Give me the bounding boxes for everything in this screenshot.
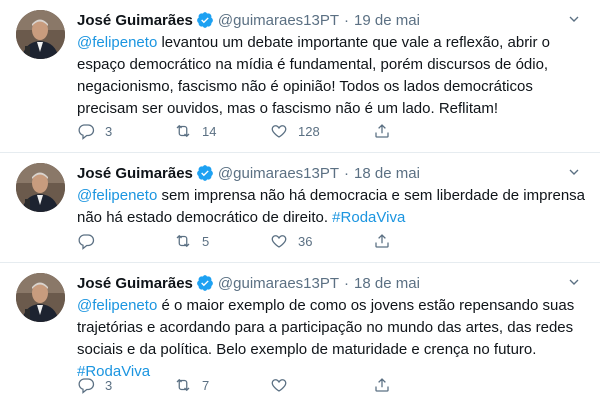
avatar[interactable] [16, 163, 65, 212]
reply-button[interactable] [77, 231, 105, 251]
author-name[interactable]: José Guimarães [77, 165, 193, 182]
tweet-text-line: @felipeneto é o maior exemplo de como os… [77, 295, 582, 317]
retweet-button[interactable]: 14 [174, 121, 216, 141]
chevron-down-icon[interactable] [566, 11, 582, 27]
tweet-text-segment: precisam ser ouvidos, mas o fascismo não… [77, 100, 499, 117]
tweet-text-line: trajetórias e acordando para a participa… [77, 317, 582, 339]
tweet-feed: José Guimarães @guimaraes13PT · 19 de ma… [0, 0, 600, 401]
chevron-down-icon[interactable] [566, 164, 582, 180]
retweet-icon [176, 378, 190, 392]
verified-badge-icon [197, 165, 213, 181]
tweet-actions: 5 36 [77, 231, 497, 251]
tweet-text-segment: é o maior exemplo de como os jovens estã… [157, 297, 575, 314]
share-icon [375, 124, 389, 138]
retweet-icon [176, 124, 190, 138]
reply-count: 3 [105, 123, 113, 139]
author-handle[interactable]: @guimaraes13PT [218, 12, 339, 29]
mention-link[interactable]: @felipeneto [77, 297, 157, 314]
share-icon [375, 378, 389, 392]
like-count: 128 [298, 123, 320, 139]
like-button[interactable] [270, 375, 298, 395]
reply-count: 3 [105, 377, 113, 393]
tweet-text-segment: trajetórias e acordando para a participa… [77, 319, 574, 336]
verified-badge-icon [197, 275, 213, 291]
tweet-date[interactable]: 18 de mai [354, 165, 420, 182]
tweet[interactable]: José Guimarães @guimaraes13PT · 18 de ma… [0, 263, 600, 401]
share-icon [375, 234, 389, 248]
tweet-text-segment: espaço democrático na mídia é fundamenta… [77, 56, 549, 73]
tweet-text-line: @felipeneto levantou um debate important… [77, 32, 582, 54]
author-name[interactable]: José Guimarães [77, 275, 193, 292]
author-handle[interactable]: @guimaraes13PT [218, 165, 339, 182]
tweet-date[interactable]: 18 de mai [354, 275, 420, 292]
tweet-header: José Guimarães @guimaraes13PT · 18 de ma… [77, 272, 420, 294]
reply-icon [78, 234, 95, 250]
avatar[interactable] [16, 273, 65, 322]
verified-badge-icon [197, 12, 213, 28]
author-handle[interactable]: @guimaraes13PT [218, 275, 339, 292]
tweet[interactable]: José Guimarães @guimaraes13PT · 18 de ma… [0, 153, 600, 263]
retweet-button[interactable]: 7 [174, 375, 209, 395]
separator-dot: · [344, 274, 350, 292]
retweet-button[interactable]: 5 [174, 231, 209, 251]
mention-link[interactable]: @felipeneto [77, 34, 157, 51]
retweet-count: 5 [202, 233, 210, 249]
share-button[interactable] [373, 375, 401, 395]
tweet-text-line: negacionismo, fascismo não é opinião! To… [77, 76, 582, 98]
tweet-header: José Guimarães @guimaraes13PT · 18 de ma… [77, 162, 420, 184]
tweet-text-segment: não há estado democrático de direito. [77, 209, 333, 226]
like-count: 36 [298, 233, 313, 249]
chevron-down-icon[interactable] [566, 274, 582, 290]
tweet-text-segment: negacionismo, fascismo não é opinião! To… [77, 78, 533, 95]
tweet-text-line: não há estado democrático de direito. #R… [77, 207, 582, 229]
separator-dot: · [344, 164, 350, 182]
tweet-text-segment: sem imprensa não há democracia e sem lib… [157, 187, 586, 204]
tweet-text-line: precisam ser ouvidos, mas o fascismo não… [77, 98, 582, 120]
like-button[interactable]: 36 [270, 231, 312, 251]
tweet-text: @felipeneto é o maior exemplo de como os… [77, 295, 582, 383]
reply-icon [78, 378, 95, 394]
reply-button[interactable]: 3 [77, 375, 112, 395]
tweet-text-segment: levantou um debate importante que vale a… [157, 34, 551, 51]
heart-icon [271, 379, 287, 392]
tweet-text: @felipeneto levantou um debate important… [77, 32, 582, 120]
tweet-header: José Guimarães @guimaraes13PT · 19 de ma… [77, 9, 420, 31]
avatar[interactable] [16, 10, 65, 59]
tweet-text: @felipeneto sem imprensa não há democrac… [77, 185, 586, 229]
tweet-text-line: espaço democrático na mídia é fundamenta… [77, 54, 582, 76]
tweet-date[interactable]: 19 de mai [354, 12, 420, 29]
tweet[interactable]: José Guimarães @guimaraes13PT · 19 de ma… [0, 0, 600, 153]
tweet-text-line: @felipeneto sem imprensa não há democrac… [77, 185, 586, 207]
like-button[interactable]: 128 [270, 121, 320, 141]
retweet-icon [176, 234, 190, 248]
heart-icon [271, 125, 287, 138]
tweet-actions: 3 7 [77, 375, 497, 395]
tweet-text-segment: sociais e da política. Belo exemplo de m… [77, 341, 537, 358]
heart-icon [271, 235, 287, 248]
reply-button[interactable]: 3 [77, 121, 112, 141]
share-button[interactable] [373, 121, 401, 141]
reply-icon [78, 124, 95, 140]
retweet-count: 7 [202, 377, 210, 393]
retweet-count: 14 [202, 123, 217, 139]
tweet-text-line: sociais e da política. Belo exemplo de m… [77, 339, 582, 361]
mention-link[interactable]: @felipeneto [77, 187, 157, 204]
separator-dot: · [344, 11, 350, 29]
share-button[interactable] [373, 231, 401, 251]
tweet-actions: 3 14 128 [77, 121, 497, 141]
author-name[interactable]: José Guimarães [77, 12, 193, 29]
hashtag-link[interactable]: #RodaViva [332, 209, 405, 226]
